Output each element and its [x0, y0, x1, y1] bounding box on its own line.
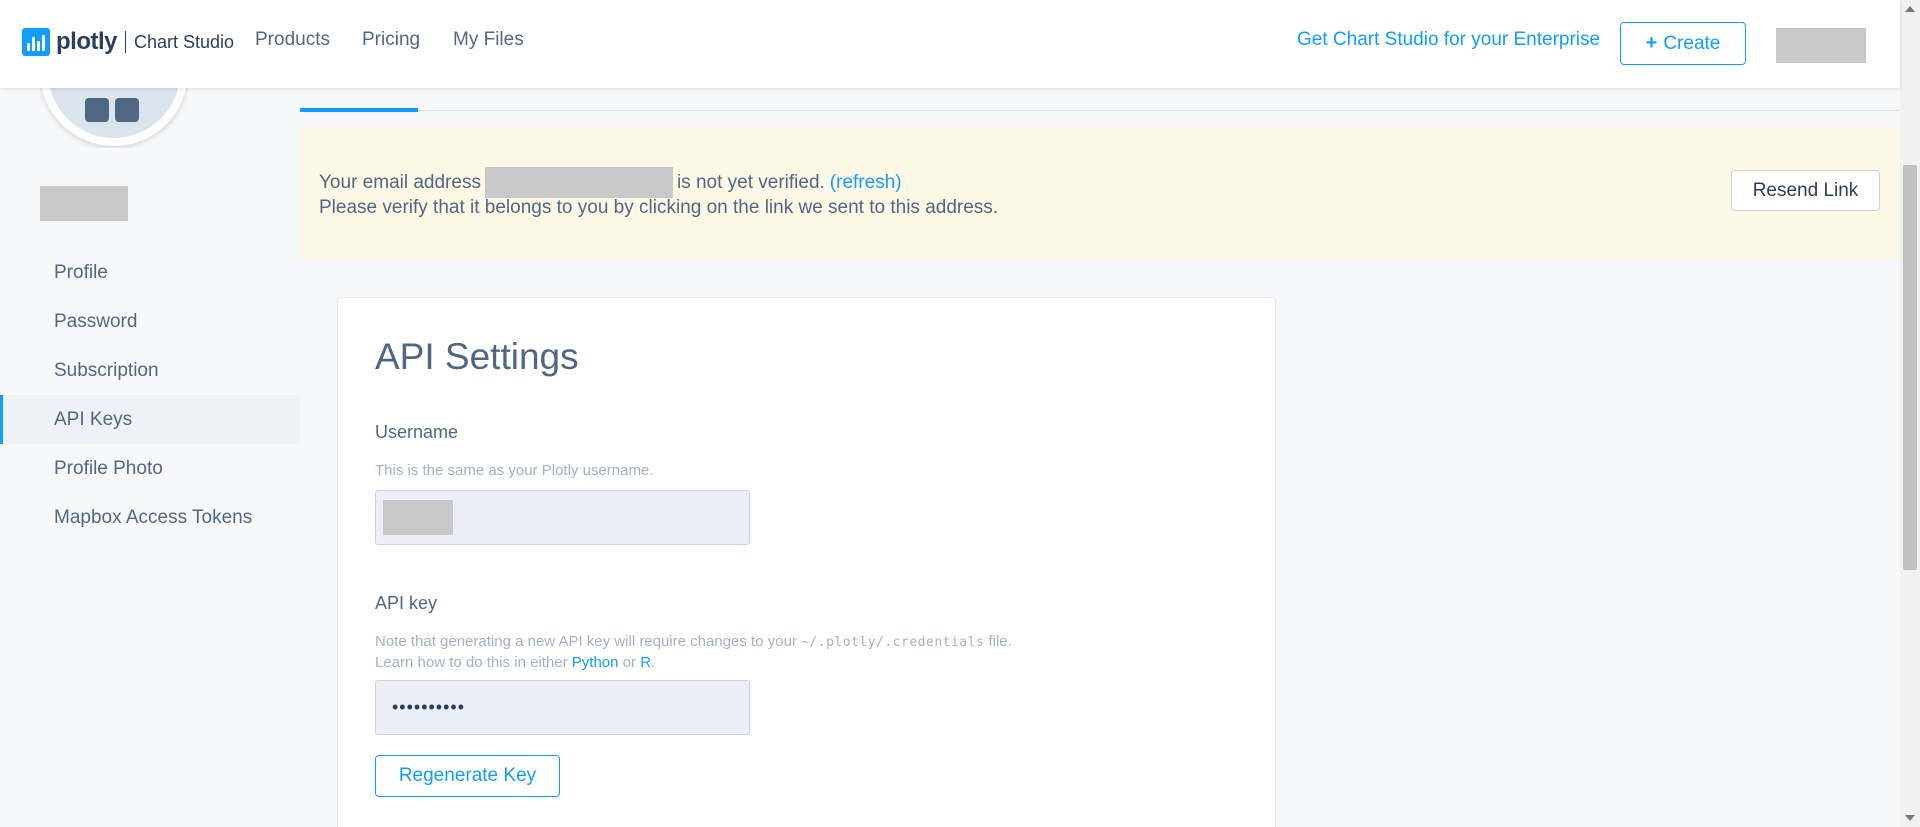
- python-docs-link[interactable]: Python: [572, 654, 619, 671]
- scroll-down-arrow-icon[interactable]: [1905, 815, 1915, 821]
- regenerate-key-button[interactable]: Regenerate Key: [375, 755, 560, 797]
- user-menu-redacted[interactable]: [1776, 28, 1866, 63]
- sidebar-item-subscription[interactable]: Subscription: [0, 346, 300, 395]
- page-title: API Settings: [375, 336, 579, 377]
- plotly-logo[interactable]: plotly Chart Studio: [22, 28, 234, 56]
- username-redacted: [40, 186, 128, 221]
- page-scrollbar[interactable]: [1900, 0, 1920, 827]
- banner-text-after: is not yet verified.: [676, 171, 825, 193]
- logo-subtitle: Chart Studio: [134, 31, 235, 52]
- sidebar-item-api-keys[interactable]: API Keys: [0, 395, 300, 444]
- banner-instructions: Please verify that it belongs to you by …: [319, 197, 999, 218]
- resend-link-button[interactable]: Resend Link: [1731, 170, 1880, 211]
- username-help-text: This is the same as your Plotly username…: [375, 462, 654, 479]
- email-redacted: [484, 167, 673, 198]
- plotly-logo-icon: [22, 28, 50, 56]
- sidebar-item-profile-photo[interactable]: Profile Photo: [0, 444, 300, 493]
- api-key-help-before: Note that generating a new API key will …: [375, 633, 797, 650]
- banner-text-before: Your email address: [319, 171, 481, 193]
- refresh-link[interactable]: (refresh): [830, 172, 902, 194]
- username-label: Username: [375, 422, 459, 442]
- sidebar-item-password[interactable]: Password: [0, 297, 300, 346]
- nav-products-link[interactable]: Products: [255, 29, 330, 51]
- username-field[interactable]: [375, 490, 750, 545]
- top-navbar: plotly Chart Studio Products Pricing My …: [0, 0, 1900, 88]
- create-button-label: Create: [1663, 32, 1721, 54]
- r-docs-link[interactable]: R: [640, 654, 651, 671]
- banner-message: Your email address is not yet verified. …: [319, 167, 902, 198]
- avatar-block-icon: [85, 98, 109, 122]
- username-value-redacted: [383, 500, 453, 535]
- api-key-help-text: Note that generating a new API key will …: [375, 633, 1012, 671]
- api-settings-card: API Settings Username This is the same a…: [337, 297, 1276, 827]
- sidebar-item-mapbox-tokens[interactable]: Mapbox Access Tokens: [0, 493, 300, 542]
- enterprise-link[interactable]: Get Chart Studio for your Enterprise: [1297, 29, 1600, 51]
- create-button[interactable]: + Create: [1620, 22, 1746, 65]
- nav-pricing-link[interactable]: Pricing: [362, 29, 420, 51]
- avatar-block-icon: [115, 98, 139, 122]
- api-key-help-line2: Learn how to do this in either: [375, 654, 568, 671]
- sidebar-item-profile[interactable]: Profile: [0, 248, 300, 297]
- plus-icon: +: [1645, 32, 1658, 54]
- scroll-up-arrow-icon[interactable]: [1905, 6, 1915, 12]
- api-key-masked-value: ••••••••••: [392, 697, 466, 717]
- api-key-label: API key: [375, 593, 438, 613]
- api-key-field[interactable]: ••••••••••: [375, 680, 750, 735]
- active-tab-indicator: [300, 108, 418, 112]
- email-verification-banner: Your email address is not yet verified. …: [300, 127, 1900, 259]
- credentials-path: ~/.plotly/.credentials: [801, 635, 985, 650]
- nav-my-files-link[interactable]: My Files: [453, 29, 524, 51]
- logo-wordmark: plotly: [56, 28, 118, 55]
- logo-divider: [125, 31, 126, 53]
- tab-bar-divider: [300, 110, 1900, 111]
- scrollbar-thumb[interactable]: [1903, 165, 1917, 570]
- or-text: or: [622, 654, 637, 671]
- api-key-help-after: file.: [988, 633, 1012, 650]
